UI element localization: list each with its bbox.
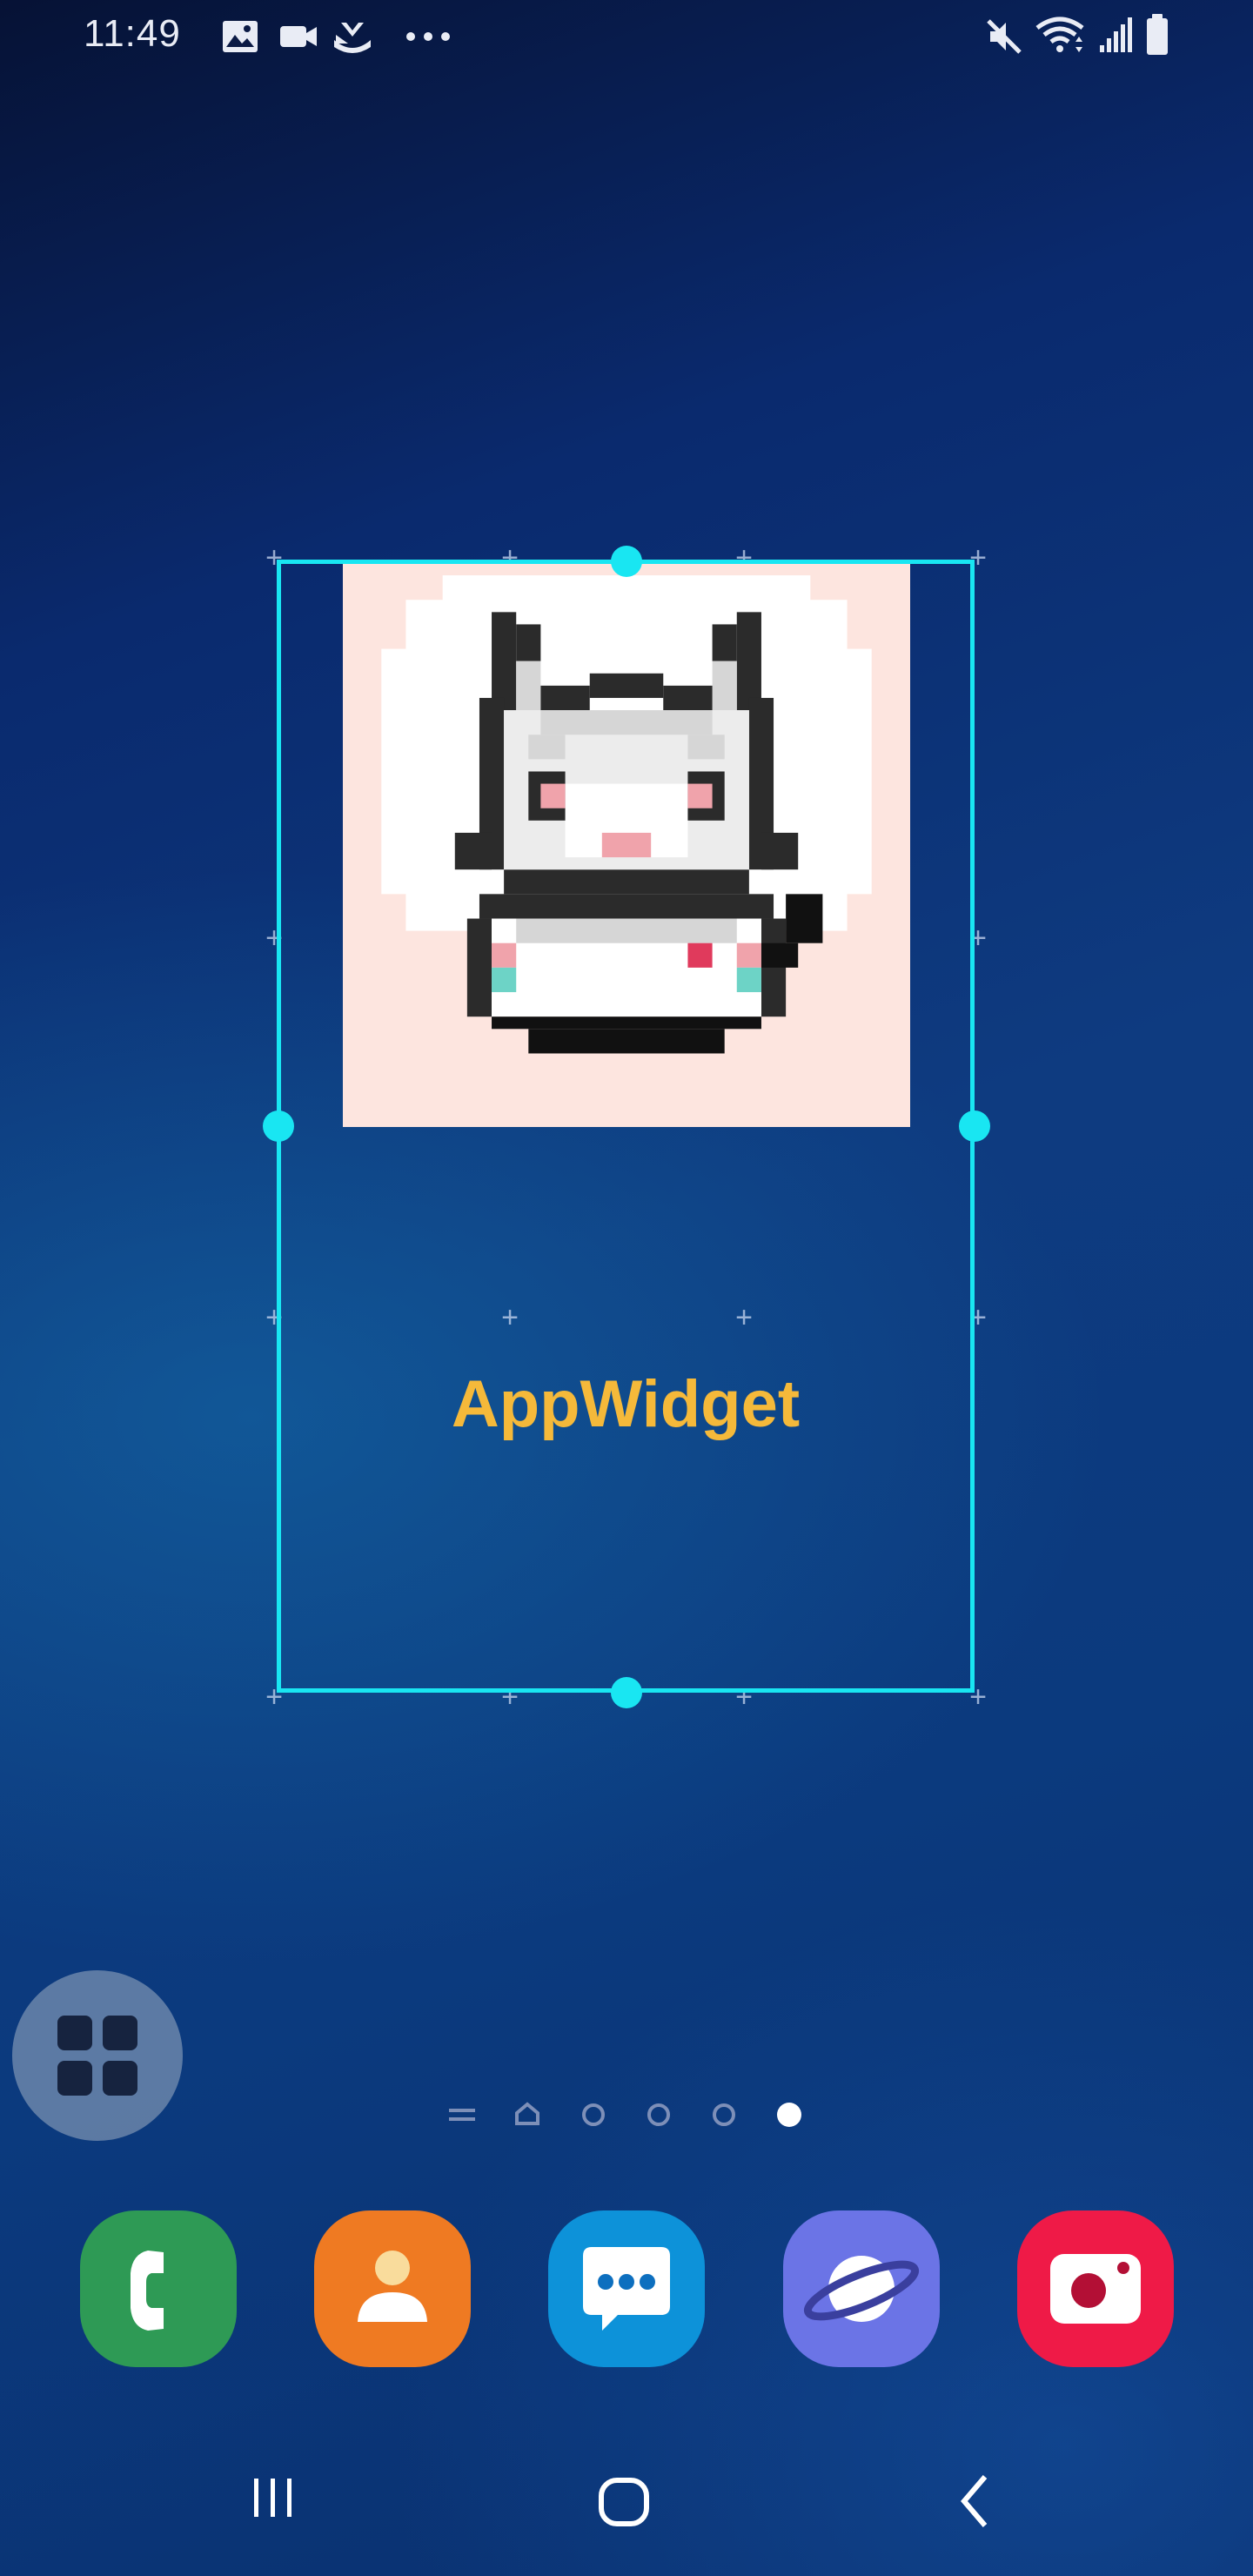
internet-icon [803,2256,920,2322]
home-page-icon[interactable] [515,2102,539,2125]
home-icon[interactable] [595,2472,656,2532]
image-icon [223,21,258,52]
more-dots-icon [406,32,450,41]
contacts-icon [358,2251,427,2322]
camera-app[interactable] [1017,2210,1174,2367]
recents-icon[interactable] [247,2472,299,2524]
internet-app[interactable] [783,2210,940,2367]
camera-icon [1050,2254,1141,2324]
page-dot[interactable] [647,2103,670,2126]
apps-grid-icon [57,2016,137,2096]
page-dot[interactable] [713,2103,735,2126]
mute-icon [987,19,1022,54]
battery-icon [1147,14,1168,55]
resize-handle-right[interactable] [959,1110,990,1142]
phone-app[interactable] [80,2210,237,2367]
page-dot-active[interactable] [777,2103,801,2127]
resize-handle-left[interactable] [263,1110,294,1142]
signal-icon [1100,17,1132,52]
wifi-icon [1035,17,1084,52]
contacts-app[interactable] [314,2210,471,2367]
phone-icon [131,2251,164,2331]
video-camera-icon [280,26,317,47]
messages-app[interactable] [548,2210,705,2367]
resize-handle-bottom[interactable] [611,1677,642,1708]
widget-resize-frame[interactable] [277,560,975,1693]
messages-icon [583,2247,670,2331]
menu-page-icon[interactable] [449,2109,475,2121]
back-icon[interactable] [954,2472,997,2532]
status-time: 11:49 [84,12,181,55]
page-dot[interactable] [582,2103,605,2126]
page-indicator[interactable] [435,2097,818,2132]
apps-button[interactable] [12,1970,183,2141]
resize-handle-top[interactable] [611,546,642,577]
download-tray-icon [334,23,371,53]
